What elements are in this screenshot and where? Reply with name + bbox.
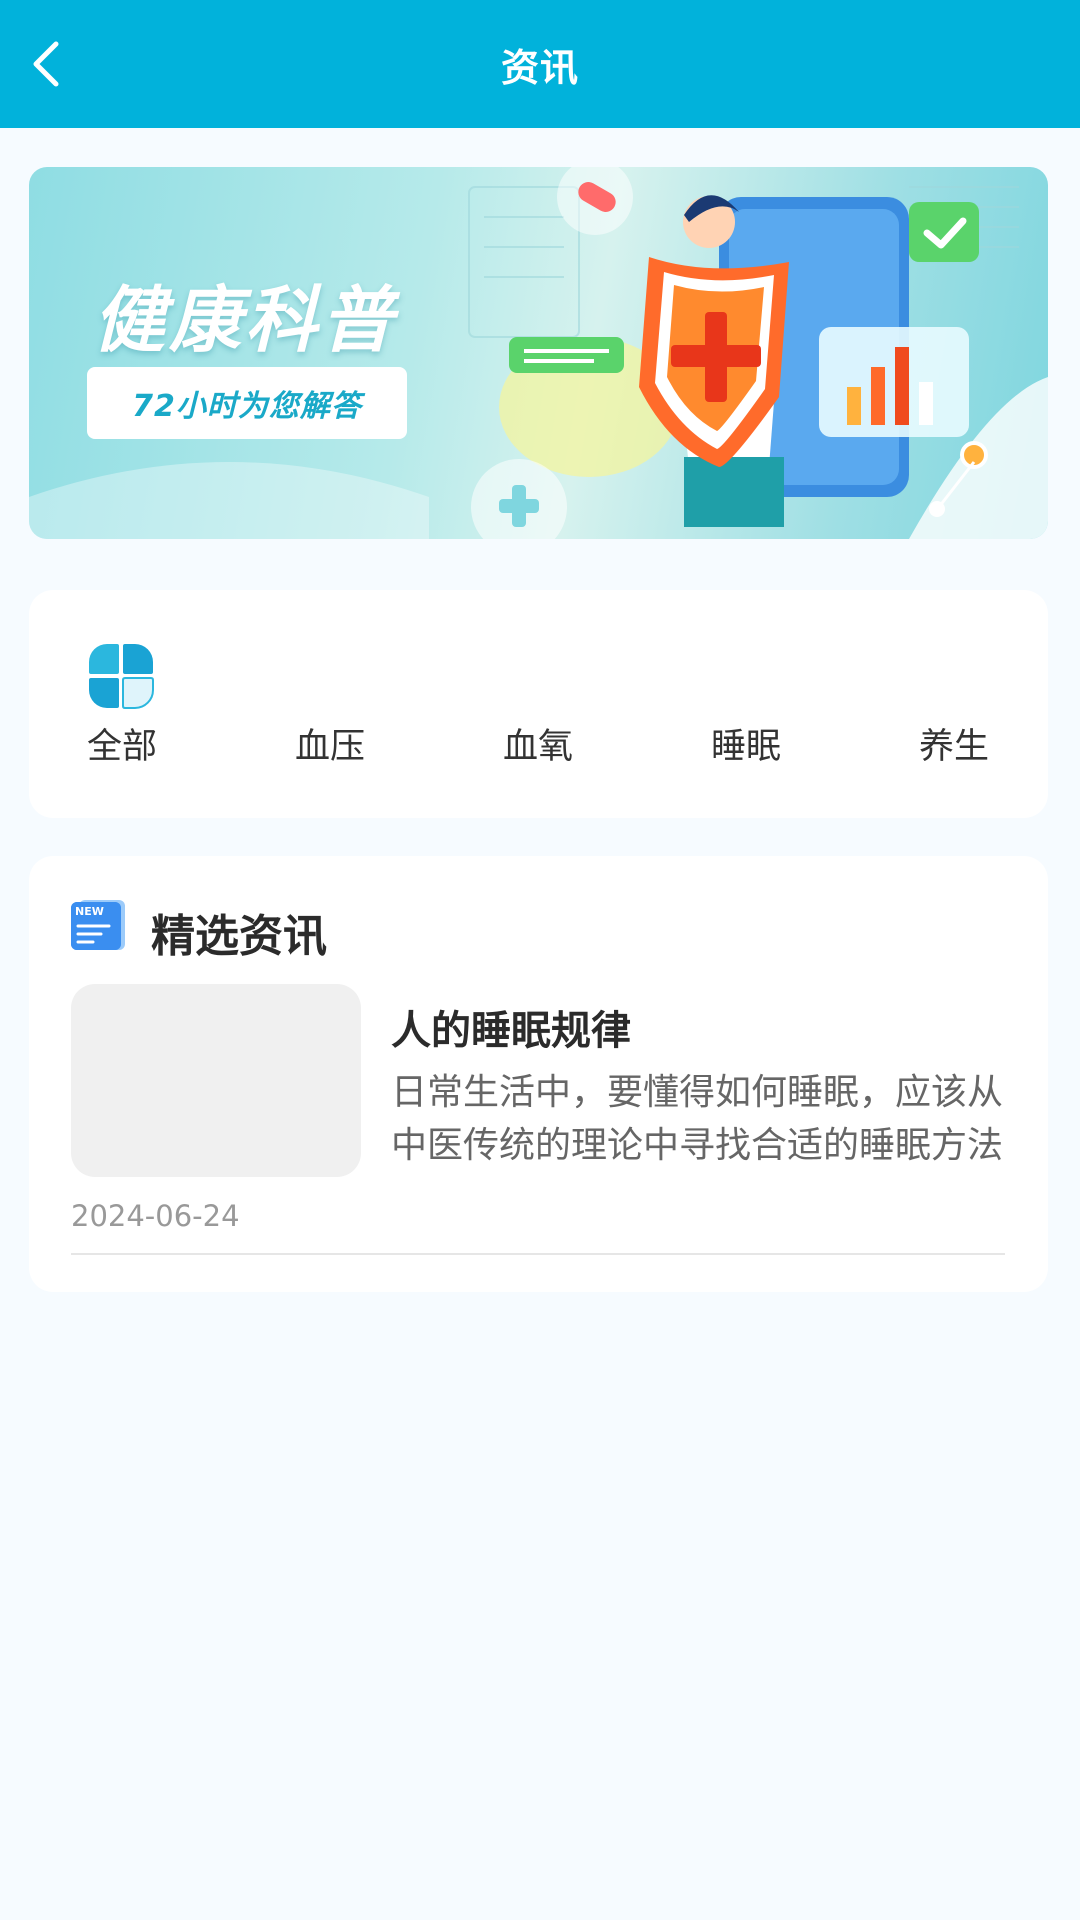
category-all[interactable]: 全部 [62,718,182,769]
banner-title: 健康科普 [93,278,398,362]
article-title: 人的睡眠规律 [391,1008,631,1054]
page-title: 资讯 [500,45,579,90]
banner-subtitle: 72小时为您解答 [87,367,407,439]
svg-text:NEW: NEW [75,905,104,918]
featured-news-card: NEW 精选资讯 人的睡眠规律 日常生活中，要懂得如何睡眠，应该从中医传统的理论… [29,856,1048,1292]
promo-banner[interactable]: 健康科普 72小时为您解答 [29,167,1048,539]
category-sleep[interactable]: 睡眠 [686,718,806,769]
list-item[interactable]: 人的睡眠规律 日常生活中，要懂得如何睡眠，应该从中医传统的理论中寻找合适的睡眠方… [71,984,1005,1252]
news-doc-icon: NEW [71,900,125,950]
divider [71,1253,1005,1255]
category-card: 全部 血压 血氧 睡眠 养生 [29,590,1048,818]
article-summary: 日常生活中，要懂得如何睡眠，应该从中医传统的理论中寻找合适的睡眠方法 [391,1072,1004,1166]
grid-blocks-icon[interactable] [85,640,157,712]
chevron-left-icon [33,41,59,87]
back-button[interactable] [22,40,70,88]
category-blood-pressure[interactable]: 血压 [270,718,390,769]
article-thumbnail [71,984,361,1177]
category-blood-oxygen[interactable]: 血氧 [478,718,598,769]
top-bar: 资讯 [0,0,1080,128]
article-date: 2024-06-24 [71,1199,240,1233]
section-title: 精选资讯 [151,911,327,962]
category-wellness[interactable]: 养生 [894,718,1014,769]
